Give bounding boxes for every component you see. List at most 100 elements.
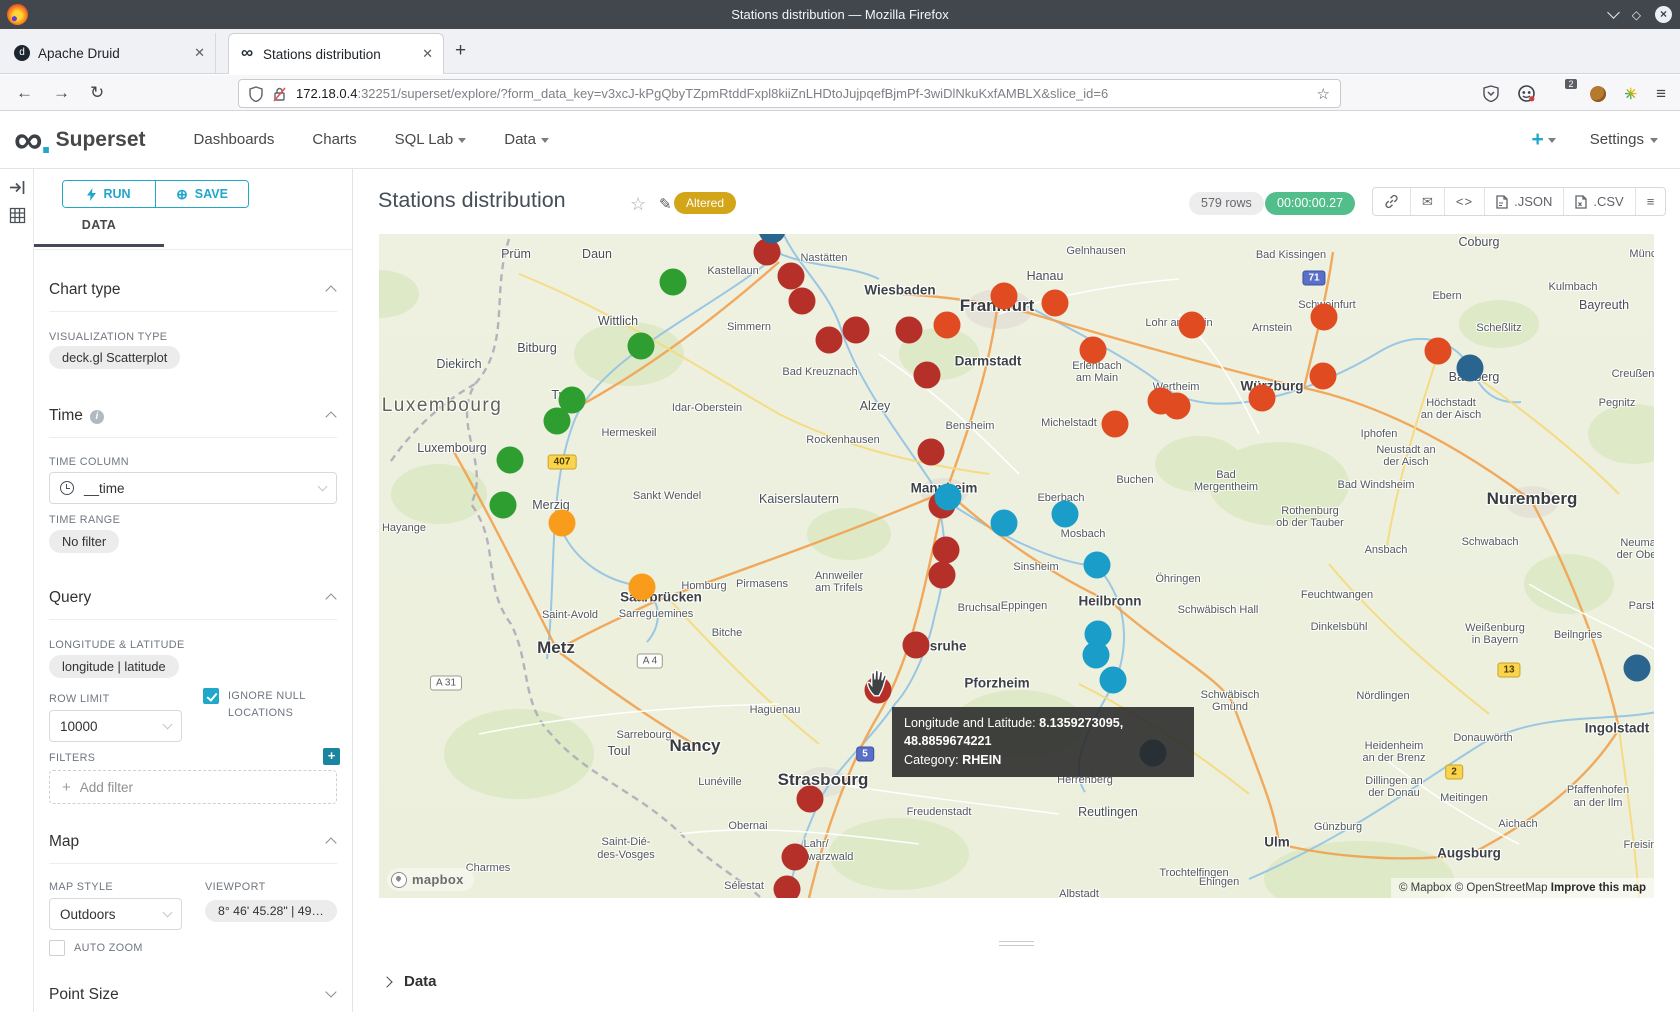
map-data-point-rhein[interactable] bbox=[914, 362, 941, 389]
map-data-point-rhein[interactable] bbox=[918, 439, 945, 466]
altered-badge[interactable]: Altered bbox=[674, 192, 736, 214]
export-json-button[interactable]: .JSON bbox=[1484, 188, 1563, 215]
add-new-button[interactable]: + bbox=[1532, 128, 1556, 152]
map-data-point-mosel[interactable] bbox=[544, 408, 571, 435]
favorite-star-icon[interactable]: ☆ bbox=[630, 194, 646, 215]
map-data-point-rhein[interactable] bbox=[903, 632, 930, 659]
export-csv-button[interactable]: .CSV bbox=[1563, 188, 1634, 215]
map-data-point-neckar[interactable] bbox=[935, 484, 962, 511]
section-map[interactable]: Map bbox=[49, 833, 337, 864]
add-filter-plus-button[interactable]: + bbox=[323, 748, 340, 765]
time-range-value[interactable]: No filter bbox=[49, 530, 119, 553]
map-data-point-main[interactable] bbox=[1080, 337, 1107, 364]
map-data-point-rhein[interactable] bbox=[778, 263, 805, 290]
map-data-point-main[interactable] bbox=[1102, 411, 1129, 438]
map-data-point-mosel[interactable] bbox=[497, 447, 524, 474]
map-data-point-main[interactable] bbox=[991, 283, 1018, 310]
ublock-icon[interactable]: 2 bbox=[1554, 85, 1571, 103]
map-data-point-main[interactable] bbox=[934, 312, 961, 339]
pocket-icon[interactable] bbox=[1483, 85, 1499, 102]
save-button[interactable]: ⊕ SAVE bbox=[155, 181, 248, 207]
edit-properties-icon[interactable]: ✎ bbox=[659, 195, 672, 213]
settings-menu[interactable]: Settings bbox=[1590, 131, 1658, 148]
map-data-point-rhein[interactable] bbox=[797, 786, 824, 813]
insecure-lock-icon[interactable] bbox=[272, 86, 287, 102]
map-data-point-neckar[interactable] bbox=[991, 510, 1018, 537]
auto-zoom-checkbox[interactable] bbox=[49, 940, 65, 956]
map-data-point-rhein[interactable] bbox=[816, 327, 843, 354]
copy-link-button[interactable] bbox=[1373, 188, 1410, 215]
window-maximize-icon[interactable]: ◇ bbox=[1632, 9, 1641, 21]
map-data-point-donau[interactable] bbox=[1624, 655, 1651, 682]
chart-menu-button[interactable]: ≡ bbox=[1635, 188, 1666, 215]
map-data-point-neckar[interactable] bbox=[1052, 501, 1079, 528]
dataset-grid-icon[interactable] bbox=[9, 207, 26, 224]
viz-type-value[interactable]: deck.gl Scatterplot bbox=[49, 346, 180, 369]
new-tab-button[interactable]: + bbox=[455, 41, 466, 60]
map-data-point-neckar[interactable] bbox=[1100, 667, 1127, 694]
tab-stations-distribution[interactable]: ∞ Stations distribution ✕ bbox=[228, 33, 444, 74]
map-data-point-mosel[interactable] bbox=[628, 333, 655, 360]
mapbox-logo[interactable]: mapbox bbox=[387, 868, 474, 891]
section-chart-type[interactable]: Chart type bbox=[49, 281, 337, 312]
map-data-point-main[interactable] bbox=[1249, 385, 1276, 412]
map-data-point-rhein[interactable] bbox=[774, 876, 801, 899]
map-data-point-rhein[interactable] bbox=[789, 288, 816, 315]
mask-extension-icon[interactable] bbox=[1518, 85, 1535, 102]
nav-charts[interactable]: Charts bbox=[312, 131, 356, 148]
data-panel-toggle[interactable]: Data bbox=[383, 973, 437, 990]
forward-button[interactable]: → bbox=[53, 83, 70, 103]
firefox-menu-icon[interactable]: ≡ bbox=[1656, 84, 1666, 104]
colorful-extension-icon[interactable]: ✳ bbox=[1625, 85, 1638, 103]
row-limit-select[interactable]: 10000 bbox=[49, 710, 182, 742]
section-time[interactable]: Timei bbox=[49, 407, 337, 438]
url-field[interactable]: 172.18.0.4:32251/superset/explore/?form_… bbox=[238, 79, 1341, 108]
tab-apache-druid[interactable]: d Apache Druid ✕ bbox=[4, 33, 216, 73]
nav-data[interactable]: Data bbox=[504, 131, 549, 148]
email-button[interactable]: ✉ bbox=[1410, 188, 1444, 215]
deckgl-scatter-map[interactable]: PrümDaunNastättenGelnhausenHanauBad Kiss… bbox=[379, 234, 1654, 898]
reload-button[interactable]: ↻ bbox=[90, 83, 104, 103]
map-data-point-rhein[interactable] bbox=[933, 537, 960, 564]
map-data-point-neckar[interactable] bbox=[1084, 552, 1111, 579]
section-query[interactable]: Query bbox=[49, 589, 337, 620]
embed-code-button[interactable]: <> bbox=[1444, 188, 1484, 215]
map-data-point-rhein[interactable] bbox=[843, 317, 870, 344]
map-data-point-saar[interactable] bbox=[549, 510, 576, 537]
section-point-size[interactable]: Point Size bbox=[49, 986, 337, 1017]
window-close-icon[interactable]: × bbox=[1655, 6, 1672, 23]
map-data-point-saar[interactable] bbox=[629, 574, 656, 601]
map-data-point-mosel[interactable] bbox=[660, 269, 687, 296]
bookmark-star-icon[interactable]: ☆ bbox=[1317, 85, 1330, 103]
run-button[interactable]: RUN bbox=[63, 181, 155, 207]
time-column-select[interactable]: __time bbox=[49, 472, 337, 504]
lonlat-value[interactable]: longitude | latitude bbox=[49, 655, 179, 678]
ignore-null-checkbox[interactable] bbox=[203, 688, 219, 704]
map-data-point-main[interactable] bbox=[1042, 290, 1069, 317]
nav-sql-lab[interactable]: SQL Lab bbox=[395, 131, 467, 148]
map-data-point-neckar[interactable] bbox=[1083, 642, 1110, 669]
map-data-point-main[interactable] bbox=[1311, 304, 1338, 331]
nav-dashboards[interactable]: Dashboards bbox=[194, 131, 275, 148]
map-data-point-rhein[interactable] bbox=[896, 317, 923, 344]
window-minimize-icon[interactable] bbox=[1607, 6, 1620, 19]
collapse-panel-icon[interactable] bbox=[9, 179, 26, 196]
map-data-point-main[interactable] bbox=[1425, 338, 1452, 365]
permissions-shield-icon[interactable] bbox=[249, 86, 263, 102]
tab-data[interactable]: DATA bbox=[34, 213, 164, 247]
add-filter-field[interactable]: + Add filter bbox=[49, 770, 337, 804]
viewport-value[interactable]: 8° 46' 45.28" | 49… bbox=[205, 900, 337, 922]
resize-handle[interactable] bbox=[999, 941, 1034, 949]
map-data-point-main[interactable] bbox=[1310, 363, 1337, 390]
map-data-point-main[interactable] bbox=[1164, 393, 1191, 420]
tab-close-icon[interactable]: ✕ bbox=[422, 46, 433, 62]
cookie-extension-icon[interactable] bbox=[1590, 86, 1606, 102]
map-data-point-donau[interactable] bbox=[1457, 355, 1484, 382]
map-style-select[interactable]: Outdoors bbox=[49, 898, 182, 930]
superset-logo[interactable]: ∞. Superset bbox=[14, 125, 146, 155]
tab-close-icon[interactable]: ✕ bbox=[194, 45, 205, 61]
map-data-point-main[interactable] bbox=[1179, 312, 1206, 339]
back-button[interactable]: ← bbox=[16, 83, 33, 103]
map-data-point-rhein[interactable] bbox=[782, 844, 809, 871]
map-data-point-rhein[interactable] bbox=[929, 562, 956, 589]
